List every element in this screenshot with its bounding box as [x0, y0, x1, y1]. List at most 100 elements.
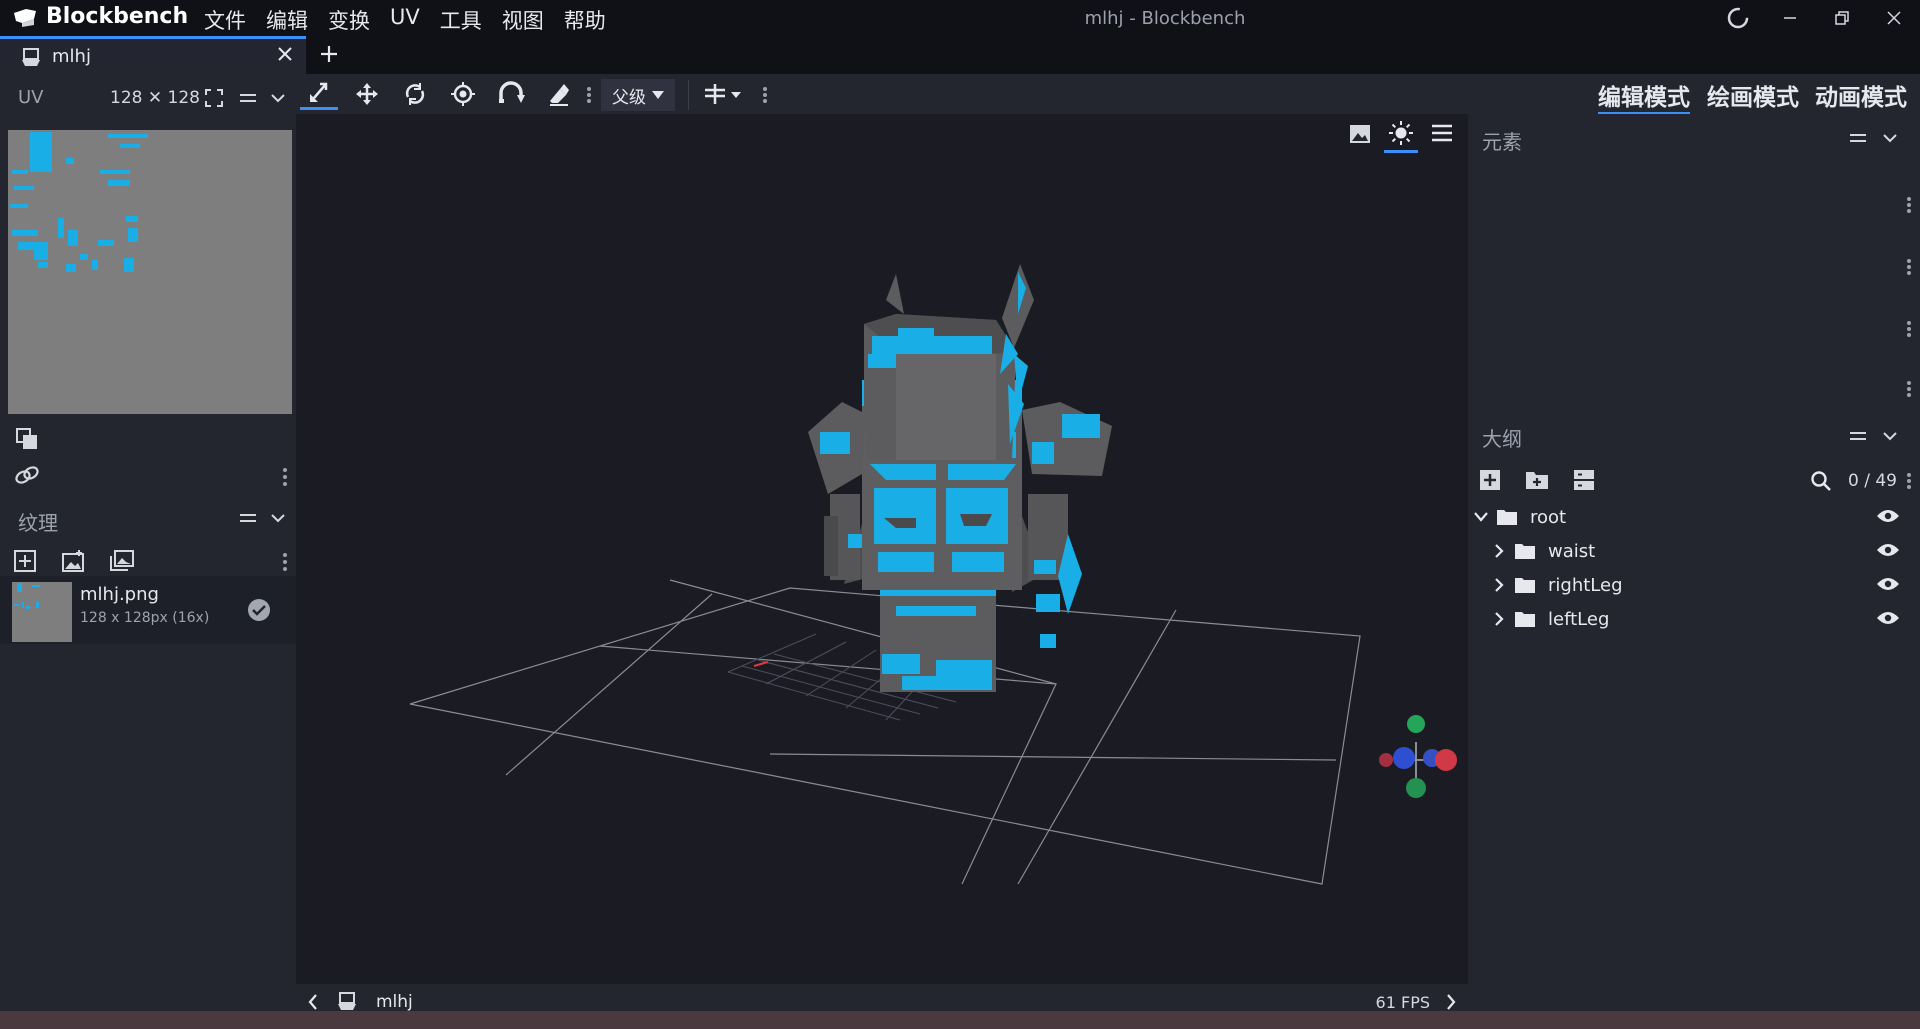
folder-icon	[1515, 578, 1535, 593]
chevron-down-icon	[271, 514, 285, 523]
menu-tools[interactable]: 工具	[430, 3, 492, 37]
outliner-row-rightleg[interactable]: rightLeg	[1468, 568, 1920, 602]
visibility-toggle-waist[interactable]	[1876, 542, 1900, 558]
chevron-down-icon	[1883, 134, 1897, 143]
menu-uv[interactable]: UV	[380, 3, 430, 37]
uv-panel-collapse-button[interactable]	[270, 92, 286, 104]
outliner-panel-collapse-button[interactable]	[1882, 430, 1898, 442]
element-panel-menu-button[interactable]	[1848, 130, 1868, 146]
check-circle-icon	[248, 599, 270, 621]
tab-mlhj[interactable]: mlhj	[0, 36, 306, 74]
uv-panel-menu-button[interactable]	[238, 90, 258, 106]
texture-panel-menu-button[interactable]	[238, 510, 258, 526]
tool-vertex-snap[interactable]	[492, 78, 530, 110]
tool-eraser[interactable]	[540, 78, 578, 110]
tab-close-button[interactable]	[276, 45, 294, 63]
texture-library-button[interactable]	[108, 548, 136, 574]
mode-tab-edit[interactable]: 编辑模式	[1598, 78, 1690, 115]
model-file-icon	[22, 47, 40, 66]
chevron-left-icon	[308, 994, 317, 1010]
element-more-button-1[interactable]	[1906, 196, 1912, 214]
texture-more-button[interactable]	[282, 552, 288, 572]
drag-handle-icon	[1850, 134, 1866, 142]
folder-icon	[1497, 510, 1517, 525]
more-vertical-icon	[283, 553, 287, 571]
outliner-row-leftleg[interactable]: leftLeg	[1468, 602, 1920, 636]
left-panel: UV 128 ✕ 128 纹理 mlhj.png 128 x 128px (16…	[0, 74, 296, 1011]
tool-move-vertex[interactable]	[300, 78, 338, 110]
create-texture-button[interactable]	[60, 548, 86, 574]
texture-list-item[interactable]: mlhj.png 128 x 128px (16x)	[0, 576, 296, 644]
texture-applied-toggle[interactable]	[247, 598, 271, 622]
status-prev-button[interactable]	[306, 993, 320, 1011]
minimize-icon	[1784, 17, 1796, 19]
mirror-modeling-dropdown[interactable]	[700, 78, 746, 110]
add-box-icon	[1480, 470, 1500, 490]
3d-viewport[interactable]	[296, 114, 1468, 984]
toolbar: 父级 编辑模式 绘画模式 动画模式	[296, 74, 1920, 115]
element-more-button-2[interactable]	[1906, 258, 1912, 276]
close-window-button[interactable]	[1874, 4, 1914, 32]
uv-tools-more-button[interactable]	[282, 467, 288, 487]
copy-icon	[16, 428, 37, 449]
outliner-row-root[interactable]: root	[1468, 500, 1920, 534]
chevron-right-icon[interactable]	[1492, 576, 1506, 594]
menu-help[interactable]: 帮助	[554, 3, 616, 37]
visibility-toggle-root[interactable]	[1876, 508, 1900, 524]
chevron-down-icon[interactable]	[1472, 510, 1490, 524]
outliner-item-name: rightLeg	[1548, 574, 1623, 596]
outliner-row-waist[interactable]: waist	[1468, 534, 1920, 568]
tab-label: mlhj	[52, 46, 91, 67]
title-bar: Blockbench 文件 编辑 变换 UV 工具 视图 帮助 mlhj - B…	[0, 0, 1920, 36]
texture-panel-collapse-button[interactable]	[270, 512, 286, 524]
copy-uv-button[interactable]	[14, 426, 40, 452]
vertex-select-icon	[310, 82, 328, 102]
tool-pivot[interactable]	[444, 78, 482, 110]
element-more-button-3[interactable]	[1906, 320, 1912, 338]
mirror-icon	[705, 84, 741, 104]
status-next-button[interactable]	[1444, 993, 1458, 1011]
menu-file[interactable]: 文件	[194, 3, 256, 37]
mode-tab-paint[interactable]: 绘画模式	[1707, 78, 1799, 112]
link-uv-button[interactable]	[14, 462, 40, 488]
outliner-panel-menu-button[interactable]	[1848, 428, 1868, 444]
plus-icon	[321, 46, 337, 62]
texture-name: mlhj.png	[80, 584, 159, 605]
chevron-right-icon[interactable]	[1492, 542, 1506, 560]
armor-model	[808, 264, 1112, 692]
lighting-toggle[interactable]	[1384, 118, 1418, 153]
collapse-groups-button[interactable]	[1572, 468, 1596, 492]
import-texture-button[interactable]	[12, 548, 38, 574]
uv-size-label[interactable]: 128 ✕ 128	[110, 88, 200, 108]
toolbar-more-button-2[interactable]	[762, 86, 768, 104]
element-panel-collapse-button[interactable]	[1882, 132, 1898, 144]
outliner-search-button[interactable]	[1810, 470, 1832, 492]
toolbar-more-button[interactable]	[586, 86, 592, 104]
minimize-button[interactable]	[1770, 4, 1810, 32]
viewport-menu-button[interactable]	[1430, 122, 1454, 144]
restore-button[interactable]	[1822, 4, 1862, 32]
menu-view[interactable]: 视图	[492, 3, 554, 37]
menu-edit[interactable]: 编辑	[256, 3, 318, 37]
menu-transform[interactable]: 变换	[318, 3, 380, 37]
sync-button[interactable]	[1718, 4, 1758, 32]
restore-icon	[1835, 11, 1849, 25]
visibility-toggle-leftleg[interactable]	[1876, 610, 1900, 626]
more-vertical-icon	[1907, 197, 1911, 213]
element-more-button-4[interactable]	[1906, 380, 1912, 398]
transform-space-dropdown[interactable]: 父级	[601, 79, 675, 111]
new-tab-button[interactable]	[318, 43, 340, 65]
background-image-button[interactable]	[1348, 122, 1372, 146]
add-cube-button[interactable]	[1478, 468, 1502, 492]
tool-rotate[interactable]	[396, 78, 434, 110]
eye-icon	[1877, 510, 1899, 522]
mode-tab-animate[interactable]: 动画模式	[1815, 78, 1907, 112]
uv-fullscreen-button[interactable]	[204, 88, 224, 108]
outliner-more-button[interactable]	[1906, 472, 1912, 490]
taskbar-strip	[0, 1011, 1920, 1029]
uv-texture-preview[interactable]	[8, 130, 292, 414]
tool-move[interactable]	[348, 78, 386, 110]
visibility-toggle-rightleg[interactable]	[1876, 576, 1900, 592]
chevron-right-icon[interactable]	[1492, 610, 1506, 628]
add-group-button[interactable]	[1524, 468, 1550, 492]
